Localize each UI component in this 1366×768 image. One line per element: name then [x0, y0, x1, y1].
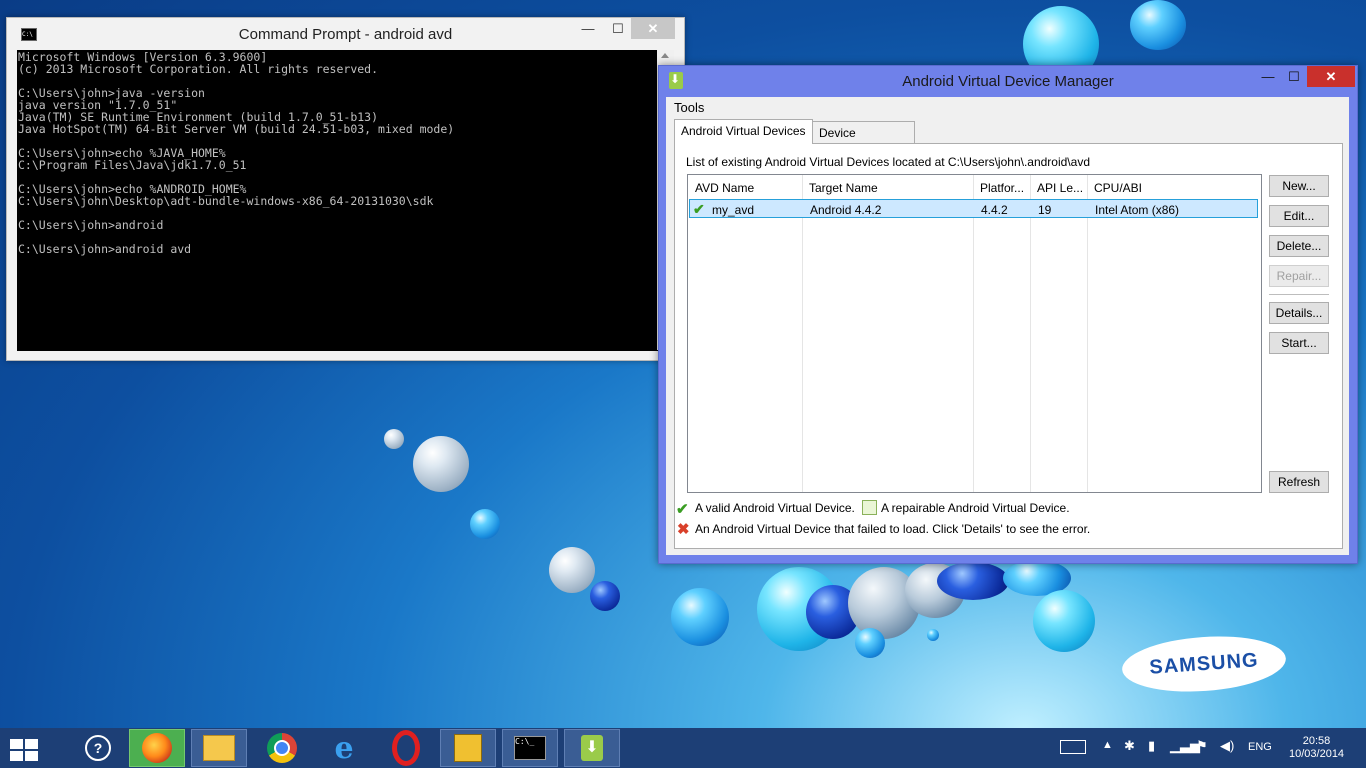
repair-button[interactable]: Repair... — [1269, 265, 1329, 287]
refresh-button[interactable]: Refresh — [1269, 471, 1329, 493]
menu-bar: Tools — [666, 97, 1349, 117]
taskbar-opera[interactable] — [378, 729, 434, 767]
wallpaper-bubble — [671, 588, 729, 646]
close-button[interactable]: ✕ — [1307, 66, 1355, 87]
command-prompt-window[interactable]: C:\ Command Prompt - android avd — ☐ ✕ M… — [6, 17, 685, 361]
cell-cpu-abi: Intel Atom (x86) — [1095, 203, 1180, 217]
taskbar: ? e C:\_ ⬇ ▲ ✱ ▮ ▁▃▅ ⚑ ◀) ENG 20:58 10/0… — [0, 728, 1366, 768]
column-cpu-abi[interactable]: CPU/ABI — [1094, 181, 1142, 195]
close-button[interactable]: ✕ — [631, 18, 675, 39]
scroll-up-icon[interactable] — [661, 53, 669, 58]
cell-target-name: Android 4.4.2 — [810, 203, 882, 217]
battery-icon[interactable]: ▮ — [1148, 738, 1155, 754]
wallpaper-bubble — [470, 509, 500, 539]
table-row[interactable]: ✔ my_avd Android 4.4.2 4.4.2 19 Intel At… — [689, 199, 1258, 218]
keyboard-icon[interactable] — [1060, 740, 1086, 754]
avd-manager-window[interactable]: Android Virtual Device Manager — ☐ ✕ Too… — [658, 65, 1358, 564]
maximize-button[interactable]: ☐ — [605, 18, 631, 39]
legend-failed: An Android Virtual Device that failed to… — [695, 522, 1091, 536]
new-button[interactable]: New... — [1269, 175, 1329, 197]
column-divider — [802, 175, 803, 492]
app-icon — [454, 734, 482, 762]
wallpaper-bubble — [855, 628, 885, 658]
cell-platform: 4.4.2 — [981, 203, 1008, 217]
clock-date: 10/03/2014 — [1289, 748, 1345, 760]
taskbar-help[interactable]: ? — [70, 729, 126, 767]
clock[interactable]: 20:58 10/03/2014 — [1289, 735, 1344, 761]
valid-check-icon: ✔ — [676, 501, 689, 518]
wallpaper-bubble — [1130, 0, 1186, 50]
volume-icon[interactable]: ◀) — [1220, 738, 1234, 754]
column-divider — [973, 175, 974, 492]
wallpaper-bubble — [384, 429, 404, 449]
valid-check-icon: ✔ — [693, 201, 705, 217]
minimize-button[interactable]: — — [1255, 66, 1281, 87]
tab-device-definitions[interactable]: Device Definitions — [812, 121, 915, 162]
help-icon: ? — [85, 735, 111, 761]
column-divider — [1030, 175, 1031, 492]
wallpaper-bubble — [413, 436, 469, 492]
chrome-icon — [267, 733, 297, 763]
cell-api-level: 19 — [1038, 203, 1052, 217]
repairable-icon — [862, 500, 877, 515]
opera-icon — [392, 730, 420, 766]
cell-avd-name: my_avd — [712, 203, 755, 217]
button-separator — [1269, 294, 1329, 295]
avd-manager-title: Android Virtual Device Manager — [902, 73, 1114, 90]
start-button[interactable]: Start... — [1269, 332, 1329, 354]
console-output[interactable]: Microsoft Windows [Version 6.3.9600] (c)… — [17, 50, 658, 351]
failed-x-icon: ✖ — [677, 521, 690, 538]
column-platform[interactable]: Platfor... — [980, 181, 1024, 195]
column-divider — [1087, 175, 1088, 492]
legend-repairable: A repairable Android Virtual Device. — [881, 501, 1070, 515]
table-header: AVD Name Target Name Platfor... API Le..… — [688, 175, 1261, 199]
command-prompt-icon: C:\_ — [514, 736, 546, 760]
android-download-icon: ⬇ — [581, 735, 603, 761]
taskbar-app[interactable] — [440, 729, 496, 767]
taskbar-android-avd-manager[interactable]: ⬇ — [564, 729, 620, 767]
tab-android-virtual-devices[interactable]: Android Virtual Devices — [674, 119, 813, 144]
minimize-button[interactable]: — — [575, 18, 601, 39]
column-target-name[interactable]: Target Name — [809, 181, 878, 195]
column-api-level[interactable]: API Le... — [1037, 181, 1083, 195]
wallpaper-bubble — [1033, 590, 1095, 652]
avd-manager-client: Tools Android Virtual Devices Device Def… — [666, 97, 1349, 555]
wallpaper-bubble — [927, 629, 939, 641]
taskbar-chrome[interactable] — [254, 729, 310, 767]
taskbar-file-explorer[interactable] — [191, 729, 247, 767]
internet-explorer-icon: e — [334, 730, 354, 766]
windows-logo-icon — [10, 739, 38, 761]
flag-icon[interactable]: ⚑ — [1196, 738, 1208, 754]
taskbar-internet-explorer[interactable]: e — [316, 729, 372, 767]
legend-valid: A valid Android Virtual Device. — [695, 501, 855, 515]
taskbar-command-prompt[interactable]: C:\_ — [502, 729, 558, 767]
wallpaper-bubble — [937, 562, 1009, 600]
samsung-logo-text: SAMSUNG — [1148, 648, 1260, 679]
avd-location-description: List of existing Android Virtual Devices… — [686, 155, 1090, 169]
show-hidden-icons-icon[interactable]: ▲ — [1102, 739, 1113, 751]
command-prompt-titlebar[interactable]: C:\ Command Prompt - android avd — ☐ ✕ — [7, 18, 684, 50]
column-avd-name[interactable]: AVD Name — [695, 181, 754, 195]
taskbar-firefox[interactable] — [129, 729, 185, 767]
language-indicator[interactable]: ENG — [1248, 741, 1272, 753]
samsung-logo: SAMSUNG — [1120, 631, 1288, 697]
wallpaper-bubble — [549, 547, 595, 593]
delete-button[interactable]: Delete... — [1269, 235, 1329, 257]
details-button[interactable]: Details... — [1269, 302, 1329, 324]
maximize-button[interactable]: ☐ — [1281, 66, 1307, 87]
edit-button[interactable]: Edit... — [1269, 205, 1329, 227]
clock-time: 20:58 — [1302, 735, 1331, 747]
avd-manager-titlebar[interactable]: Android Virtual Device Manager — ☐ ✕ — [659, 66, 1357, 97]
network-sync-icon[interactable]: ✱ — [1124, 738, 1135, 754]
avd-tab-panel: List of existing Android Virtual Devices… — [674, 143, 1343, 549]
firefox-icon — [142, 733, 172, 763]
start-button[interactable] — [0, 729, 56, 767]
wallpaper-bubble — [590, 581, 620, 611]
menu-tools[interactable]: Tools — [674, 100, 704, 115]
avd-table[interactable]: AVD Name Target Name Platfor... API Le..… — [687, 174, 1262, 493]
folder-icon — [203, 735, 235, 761]
